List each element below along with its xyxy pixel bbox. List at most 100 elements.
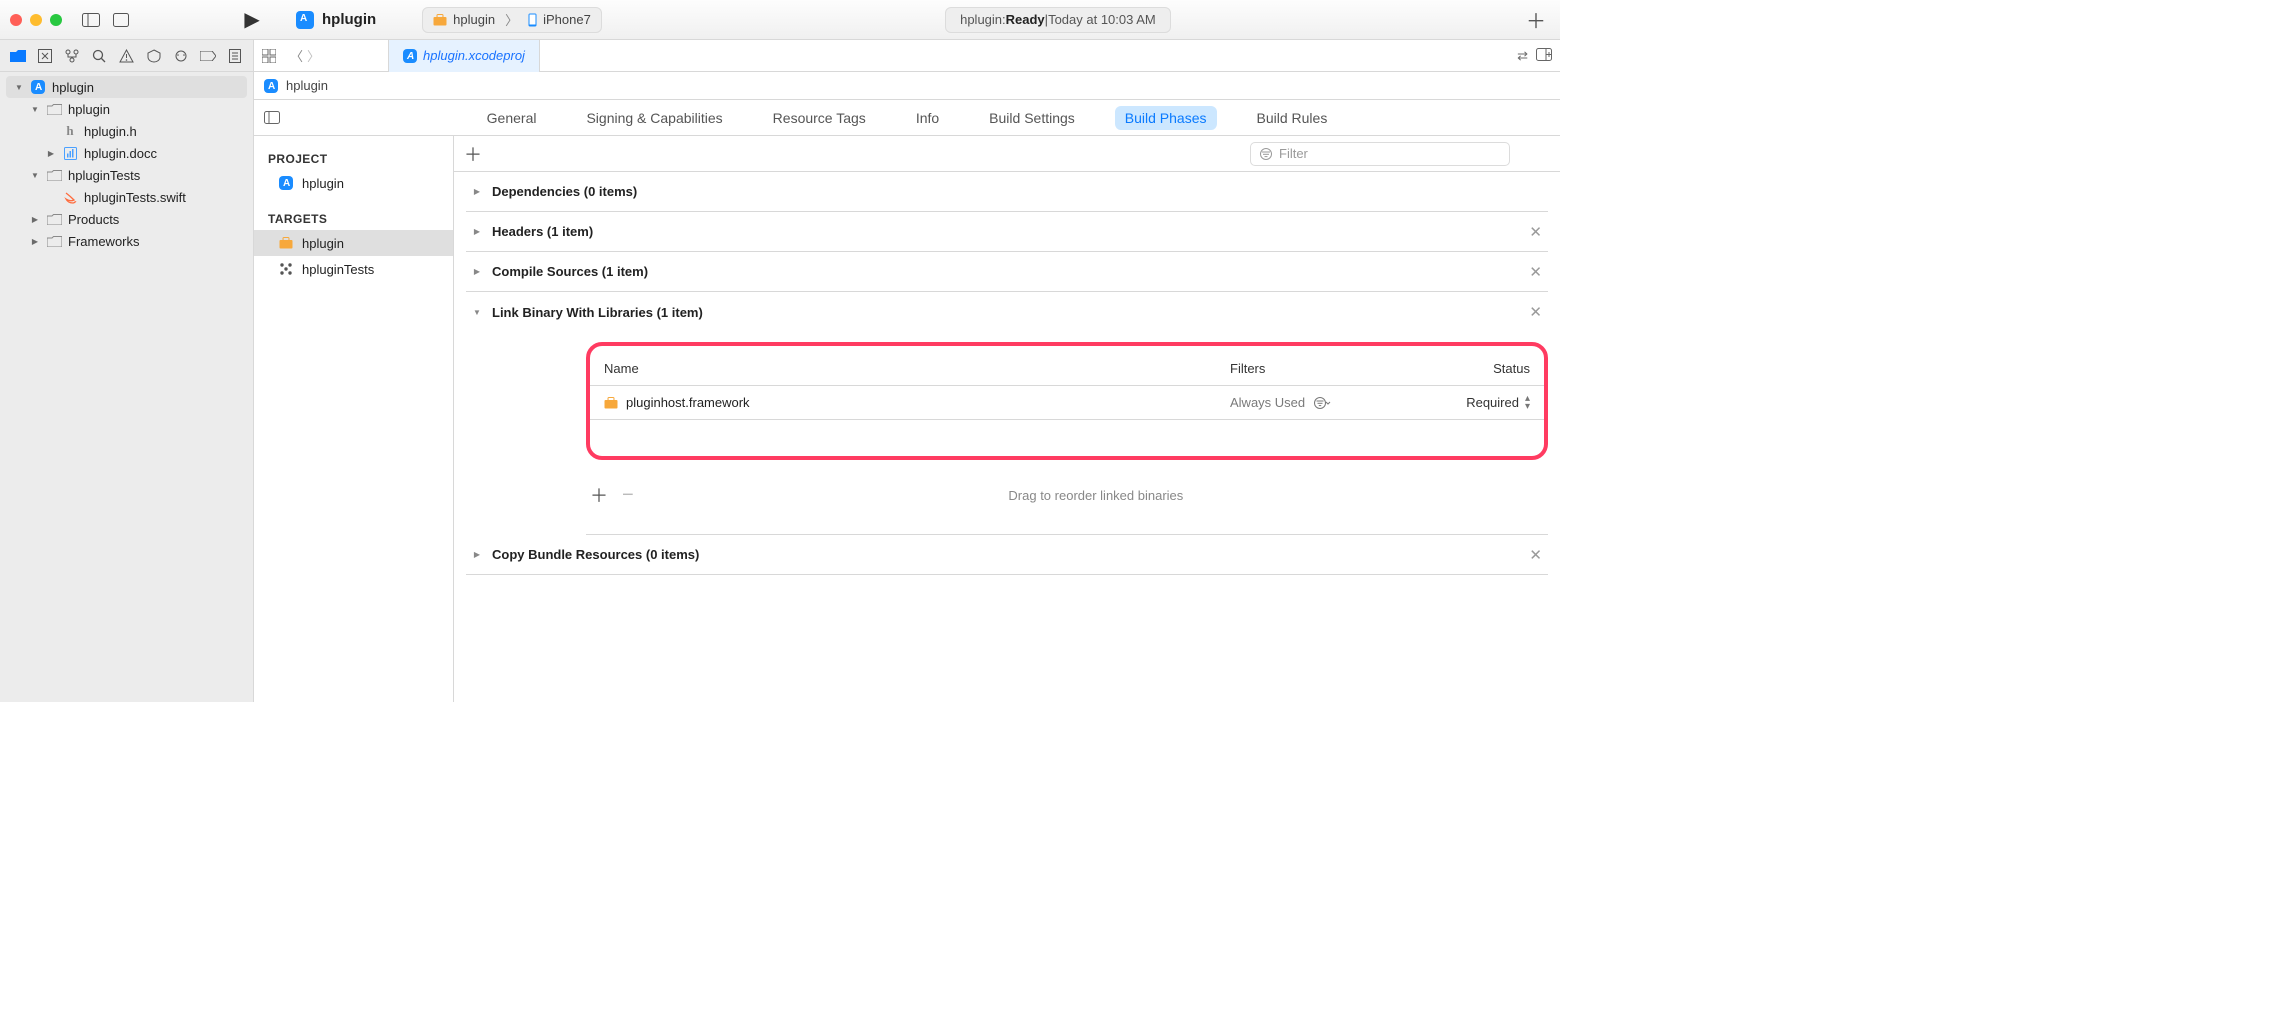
add-assistant-editor-icon[interactable] (1536, 48, 1552, 64)
issue-navigator-tab[interactable] (115, 49, 137, 63)
remove-phase-button[interactable]: ✕ (1529, 223, 1542, 241)
disclosure-triangle-icon[interactable] (472, 549, 482, 560)
linked-libraries-table: Name Filters Status plugin (590, 352, 1544, 450)
folder-icon (46, 236, 62, 247)
source-control-navigator-tab[interactable] (34, 49, 56, 63)
editor-open-tab-label: hplugin.xcodeproj (423, 48, 525, 63)
scheme-selector[interactable]: hplugin 〉 iPhone7 (422, 7, 602, 33)
add-library-button[interactable]: ＋ (590, 482, 608, 508)
disclosure-triangle-icon[interactable] (30, 214, 40, 225)
tab-signing[interactable]: Signing & Capabilities (576, 106, 732, 130)
phase-link-binary[interactable]: Link Binary With Libraries (1 item) ✕ (466, 292, 1548, 332)
toggle-navigator-icon[interactable] (80, 9, 102, 31)
phase-compile-sources[interactable]: Compile Sources (1 item) ✕ (466, 252, 1548, 292)
tab-build-settings[interactable]: Build Settings (979, 106, 1085, 130)
editor-options-icon[interactable]: ⇄ (1517, 48, 1528, 64)
target-item-tests[interactable]: hpluginTests (254, 256, 453, 282)
disclosure-triangle-icon[interactable] (472, 266, 482, 277)
debug-navigator-tab[interactable] (170, 50, 192, 62)
target-item-hplugin[interactable]: hplugin (254, 230, 453, 256)
xcodeproj-icon (264, 79, 278, 93)
tree-project-root[interactable]: hplugin (6, 76, 247, 98)
remove-phase-button[interactable]: ✕ (1529, 263, 1542, 281)
project-item-label: hplugin (302, 176, 344, 191)
add-phase-button[interactable]: ＋ (464, 141, 482, 167)
run-button[interactable]: ▶ (238, 9, 266, 31)
project-tree: hplugin hplugin h hplugin.h hplugin.do (0, 72, 253, 256)
tree-item-label: hpluginTests.swift (84, 190, 186, 205)
remove-phase-button[interactable]: ✕ (1529, 303, 1542, 321)
project-item[interactable]: hplugin (254, 170, 453, 196)
tree-folder-products[interactable]: Products (6, 208, 247, 230)
tree-folder-frameworks[interactable]: Frameworks (6, 230, 247, 252)
xcodeproj-icon (30, 80, 46, 94)
disclosure-triangle-icon[interactable] (30, 104, 40, 115)
tree-folder-hplugin[interactable]: hplugin (6, 98, 247, 120)
tab-build-rules[interactable]: Build Rules (1247, 106, 1338, 130)
editor-tab-bar: 〈 〉 hplugin.xcodeproj ⇄ (254, 40, 1560, 72)
status-time: Today at 10:03 AM (1048, 12, 1156, 27)
tree-item-label: hplugin.docc (84, 146, 157, 161)
tab-resource-tags[interactable]: Resource Tags (763, 106, 876, 130)
tab-info[interactable]: Info (906, 106, 949, 130)
minimize-window-button[interactable] (30, 14, 42, 26)
related-items-icon[interactable] (262, 49, 282, 63)
navigator-sidebar: hplugin hplugin h hplugin.h hplugin.do (0, 40, 254, 702)
disclosure-triangle-icon[interactable] (472, 186, 482, 197)
remove-library-button[interactable]: − (622, 484, 634, 507)
remove-phase-button[interactable]: ✕ (1529, 546, 1542, 564)
phases-filter-input[interactable]: Filter (1250, 142, 1510, 166)
filters-menu-button[interactable] (1313, 396, 1331, 410)
toggle-targets-pane-icon[interactable] (264, 111, 280, 124)
tab-general[interactable]: General (477, 106, 547, 130)
table-empty-row (590, 420, 1544, 450)
column-header-name: Name (604, 361, 1230, 376)
nav-forward-button[interactable]: 〉 (307, 46, 320, 65)
tree-file-header[interactable]: h hplugin.h (6, 120, 247, 142)
library-status-selector[interactable]: Required ▴▾ (1380, 395, 1530, 411)
tree-file-swift[interactable]: hpluginTests.swift (6, 186, 247, 208)
symbol-navigator-tab[interactable] (61, 49, 83, 63)
stepper-icon: ▴▾ (1525, 395, 1530, 411)
library-status-label: Required (1466, 395, 1519, 410)
disclosure-triangle-icon[interactable] (46, 148, 56, 159)
disclosure-triangle-icon[interactable] (30, 170, 40, 181)
tab-build-phases[interactable]: Build Phases (1115, 106, 1217, 130)
close-window-button[interactable] (10, 14, 22, 26)
project-app-icon (296, 11, 314, 29)
phase-dependencies[interactable]: Dependencies (0 items) (466, 172, 1548, 212)
library-name: pluginhost.framework (626, 395, 750, 410)
nav-back-button[interactable]: 〈 (290, 46, 303, 65)
test-navigator-tab[interactable] (143, 49, 165, 63)
scheme-target-icon (433, 14, 447, 26)
tree-folder-tests[interactable]: hpluginTests (6, 164, 247, 186)
folder-icon (46, 104, 62, 115)
disclosure-triangle-icon[interactable] (14, 82, 24, 93)
find-navigator-tab[interactable] (88, 49, 110, 63)
window-controls (10, 14, 62, 26)
editor-area: 〈 〉 hplugin.xcodeproj ⇄ hplugin Ge (254, 40, 1560, 702)
disclosure-triangle-icon[interactable] (472, 307, 482, 318)
add-editor-button[interactable]: ＋ (1514, 5, 1550, 34)
window-titlebar: ▶ hplugin hplugin 〉 iPhone7 hplugin: Rea… (0, 0, 1560, 40)
disclosure-triangle-icon[interactable] (472, 226, 482, 237)
library-icon[interactable] (110, 9, 132, 31)
phase-copy-bundle[interactable]: Copy Bundle Resources (0 items) ✕ (466, 535, 1548, 575)
editor-open-tab[interactable]: hplugin.xcodeproj (388, 40, 540, 72)
framework-target-icon (278, 237, 294, 249)
tree-item-label: hpluginTests (68, 168, 140, 183)
table-row[interactable]: pluginhost.framework Always Used (590, 386, 1544, 420)
activity-status: hplugin: Ready | Today at 10:03 AM (945, 7, 1171, 33)
report-navigator-tab[interactable] (224, 49, 246, 63)
breakpoint-navigator-tab[interactable] (197, 51, 219, 61)
project-navigator-tab[interactable] (7, 49, 29, 62)
breadcrumb-bar[interactable]: hplugin (254, 72, 1560, 100)
phase-headers[interactable]: Headers (1 item) ✕ (466, 212, 1548, 252)
tree-docc[interactable]: hplugin.docc (6, 142, 247, 164)
phase-title: Compile Sources (1 item) (492, 264, 648, 279)
zoom-window-button[interactable] (50, 14, 62, 26)
disclosure-triangle-icon[interactable] (30, 236, 40, 247)
highlight-box: Name Filters Status plugin (586, 342, 1548, 460)
target-item-label: hpluginTests (302, 262, 374, 277)
breadcrumb-label: hplugin (286, 78, 328, 93)
